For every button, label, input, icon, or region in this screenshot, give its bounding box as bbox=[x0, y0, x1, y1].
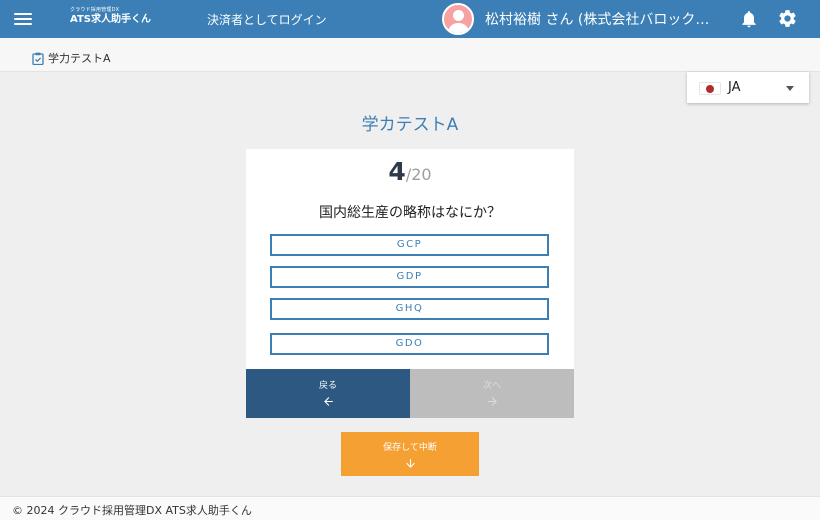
answer-option-3[interactable]: GHQ bbox=[270, 298, 549, 320]
user-name[interactable]: 松村裕樹 さん (株式会社バロックワークス) bbox=[485, 9, 721, 29]
next-button[interactable]: 次へ bbox=[410, 369, 574, 418]
language-code: JA bbox=[728, 80, 741, 95]
logo-title: ATS求人助手くん bbox=[70, 14, 151, 25]
footer: © 2024 クラウド採用管理DX ATS求人助手くん bbox=[0, 496, 820, 520]
next-button-label: 次へ bbox=[482, 381, 501, 391]
question-counter: 4/20 bbox=[246, 157, 574, 186]
user-avatar-icon[interactable] bbox=[442, 3, 474, 35]
back-button-label: 戻る bbox=[318, 381, 337, 391]
app-header: クラウド採用管理DX ATS求人助手くん 決済者としてログイン 松村裕樹 さん … bbox=[0, 0, 820, 38]
arrow-down-icon bbox=[405, 459, 415, 468]
question-text: 国内総生産の略称はなにか？ bbox=[319, 205, 501, 221]
menu-icon[interactable] bbox=[14, 11, 32, 27]
breadcrumb-label: 学力テストA bbox=[48, 52, 111, 65]
back-button[interactable]: 戻る bbox=[246, 369, 410, 418]
current-question-number: 4 bbox=[388, 157, 406, 186]
answer-option-4[interactable]: GDO bbox=[270, 333, 549, 355]
answer-option-1[interactable]: GCP bbox=[270, 234, 549, 256]
app-logo[interactable]: クラウド採用管理DX ATS求人助手くん bbox=[70, 8, 151, 25]
answer-option-2[interactable]: GDP bbox=[270, 266, 549, 288]
total-questions: /20 bbox=[405, 165, 432, 184]
quiz-card: 4/20 国内総生産の略称はなにか？ GCP GDP GHQ GDO bbox=[246, 149, 574, 369]
breadcrumb: 学力テストA bbox=[0, 38, 820, 72]
save-button-label: 保存して中断 bbox=[383, 443, 437, 453]
arrow-left-icon bbox=[323, 397, 333, 406]
page-title: 学カテストA bbox=[361, 115, 459, 135]
bell-icon[interactable] bbox=[739, 9, 759, 29]
save-and-suspend-button[interactable]: 保存して中断 bbox=[341, 432, 479, 476]
clipboard-icon bbox=[32, 52, 44, 65]
japan-flag-icon bbox=[699, 82, 721, 95]
caret-down-icon bbox=[786, 86, 794, 91]
language-selector[interactable]: JA bbox=[687, 72, 809, 103]
logo-subtitle: クラウド採用管理DX bbox=[70, 7, 120, 13]
copyright-text: © 2024 クラウド採用管理DX ATS求人助手くん bbox=[12, 504, 252, 517]
login-as-approver-link[interactable]: 決済者としてログイン bbox=[207, 11, 327, 28]
breadcrumb-item[interactable]: 学力テストA bbox=[32, 50, 111, 66]
arrow-right-icon bbox=[487, 397, 497, 406]
gear-icon[interactable] bbox=[777, 8, 798, 29]
